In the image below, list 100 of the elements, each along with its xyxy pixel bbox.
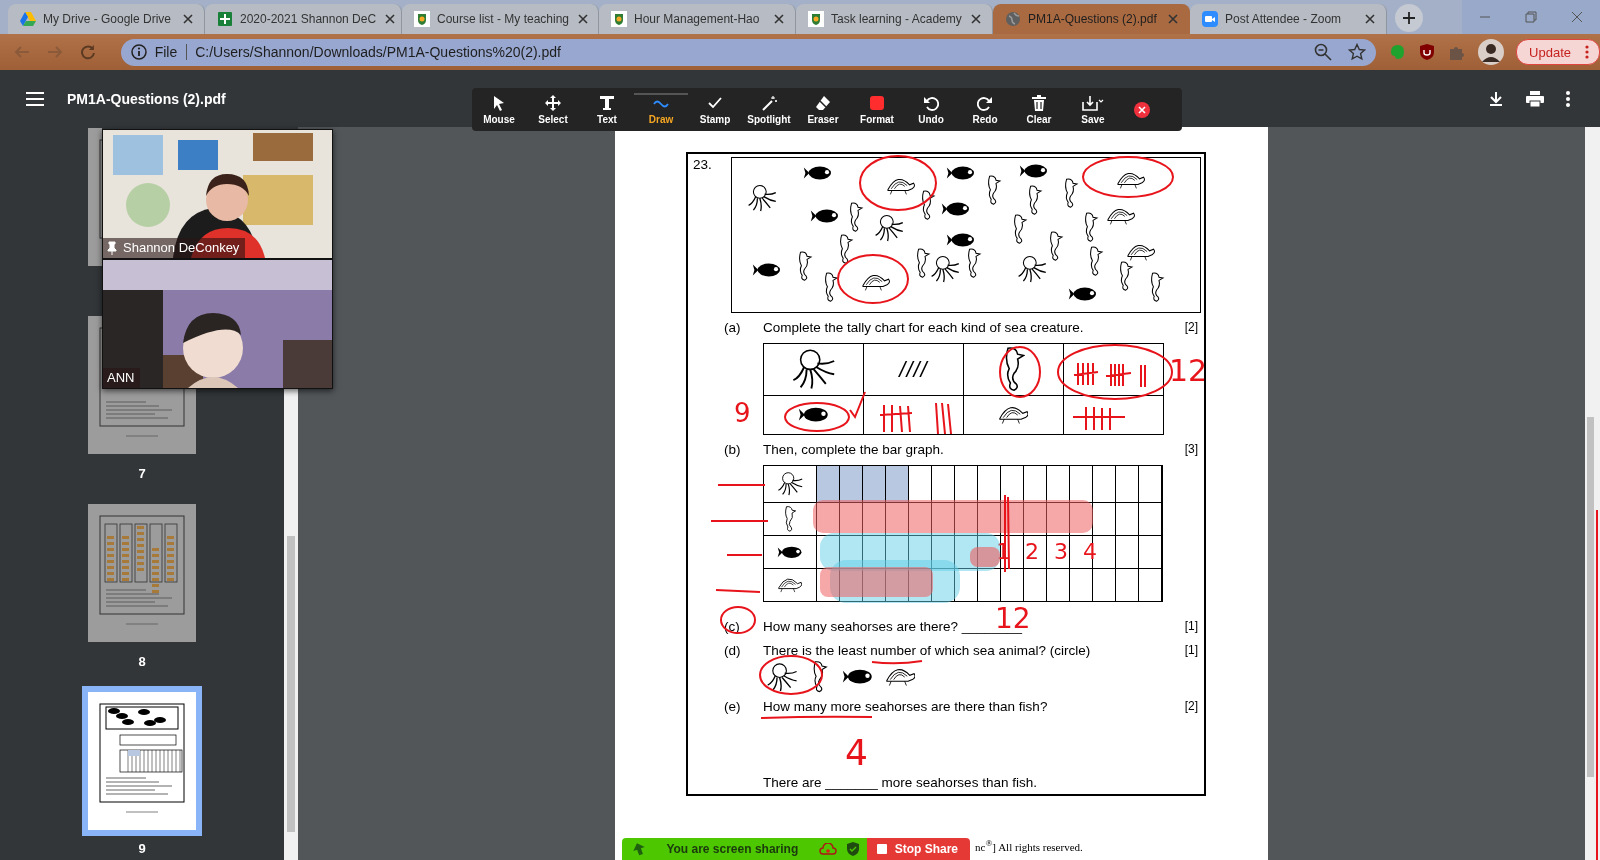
seahorse-icon <box>783 506 797 532</box>
cloud-icon[interactable] <box>818 843 837 855</box>
scrollbar[interactable] <box>284 389 298 860</box>
color-swatch-icon <box>869 94 885 111</box>
crest-icon <box>808 11 824 27</box>
tool-button[interactable]: Spotlight <box>742 94 796 125</box>
move-icon <box>545 94 561 111</box>
marks-label: [2] <box>1184 320 1198 334</box>
question-text: Then, complete the bar graph. <box>763 441 944 457</box>
page-thumbnail[interactable] <box>82 686 202 836</box>
crest-icon <box>611 11 627 27</box>
fish-icon <box>777 545 803 559</box>
pen-circle <box>837 254 909 304</box>
tool-button[interactable]: Eraser <box>796 94 850 125</box>
octopus-icon <box>766 662 798 692</box>
avatar-icon[interactable] <box>1478 39 1505 65</box>
close-icon[interactable] <box>383 12 398 26</box>
new-tab-button[interactable] <box>1395 4 1423 32</box>
browser-tab[interactable]: My Drive - Google Drive <box>8 4 205 34</box>
tool-button[interactable]: Draw <box>634 92 688 125</box>
zoom-out-icon[interactable] <box>1314 43 1333 61</box>
turtle-icon <box>999 404 1028 426</box>
print-icon[interactable] <box>1526 90 1544 107</box>
question-label: (d) <box>724 642 741 658</box>
stop-share-button[interactable]: Stop Share <box>866 838 970 860</box>
question-label: (c) <box>724 618 740 634</box>
question-text: There is the least number of which sea animal? (circle) <box>763 642 1091 658</box>
marks-label: [3] <box>1184 442 1198 456</box>
scheme-label: File <box>154 44 188 60</box>
url-text: C:/Users/Shannon/Downloads/PM1A-Questions%20(2).pdf <box>195 44 561 60</box>
page-thumbnail[interactable] <box>88 128 102 266</box>
octopus-icon <box>777 472 803 496</box>
more-icon[interactable] <box>1566 90 1570 107</box>
arrow-icon[interactable] <box>632 842 646 856</box>
tool-button[interactable]: Mouse <box>472 94 526 125</box>
question-text: How many more seahorses are there than fish? <box>763 698 1048 714</box>
close-icon[interactable] <box>772 12 786 26</box>
close-icon[interactable] <box>969 12 983 26</box>
browser-tab[interactable]: Course list - My teaching <box>402 4 599 34</box>
answer-sentence: There are _______ more seahorses than fish. <box>763 774 1037 790</box>
handwritten-number: 12 <box>1169 356 1208 386</box>
handwritten-number: 9 <box>734 400 751 426</box>
marks-label: [1] <box>1184 619 1198 633</box>
eraser-icon <box>815 94 831 111</box>
restore-icon <box>1525 11 1537 23</box>
handwritten-answer: 4 <box>845 734 868 771</box>
check-mark <box>849 391 866 420</box>
underline-stroke <box>871 660 923 665</box>
star-icon[interactable] <box>1348 43 1367 61</box>
text-tool-icon <box>599 94 615 111</box>
tool-button[interactable]: Select <box>526 94 580 125</box>
browser-tab[interactable]: 2020-2021 Shannon DeC <box>205 4 402 34</box>
tally-marks <box>1072 406 1126 431</box>
crest-icon <box>414 11 430 27</box>
share-status-text: You are screen sharing <box>665 842 800 856</box>
browser-tab[interactable]: Post Attendee - Zoom <box>1190 4 1387 34</box>
tool-button[interactable]: Save <box>1066 94 1120 125</box>
marks-label: [1] <box>1184 643 1198 657</box>
document-title: PM1A-Questions (2).pdf <box>67 90 226 107</box>
shield-icon[interactable] <box>1418 43 1437 61</box>
shield-icon[interactable] <box>846 842 859 856</box>
pen-circle <box>999 346 1041 398</box>
stop-icon <box>876 844 887 854</box>
scrollbar-thumb[interactable] <box>287 536 295 832</box>
update-button[interactable]: Update <box>1516 39 1600 65</box>
close-icon[interactable] <box>576 12 591 26</box>
wand-icon <box>761 94 777 111</box>
fish-icon <box>841 669 873 685</box>
close-icon[interactable] <box>1134 101 1150 118</box>
question-label: (b) <box>724 441 741 457</box>
page-thumbnail[interactable] <box>88 504 196 642</box>
info-icon <box>130 44 147 60</box>
menu-icon[interactable] <box>26 91 44 106</box>
question-label: (e) <box>724 698 741 714</box>
question-label: (a) <box>724 319 741 335</box>
seahorse-icon <box>811 661 828 693</box>
scrollbar[interactable] <box>1585 127 1600 860</box>
octopus-icon <box>791 349 836 390</box>
tool-button[interactable]: Format <box>850 94 904 125</box>
turtle-icon <box>886 666 916 688</box>
browser-tab[interactable]: PM1A-Questions (2).pdf <box>993 4 1190 34</box>
question-text: Complete the tally chart for each kind of sea creature. <box>763 319 1084 335</box>
tool-button[interactable]: Undo <box>904 94 958 125</box>
browser-tab[interactable]: Hour Management-Hao <box>599 4 796 34</box>
fish-icon <box>798 407 829 423</box>
video-camera-icon <box>1202 11 1218 27</box>
tool-button[interactable]: Text <box>580 94 634 125</box>
browser-tab[interactable]: Task learning - Academy <box>796 4 993 34</box>
tool-button[interactable]: Stamp <box>688 94 742 125</box>
trash-icon <box>1031 94 1047 111</box>
address-bar[interactable]: File C:/Users/Shannon/Downloads/PM1A-Questions%20(2).pdf <box>120 38 1377 66</box>
tool-button[interactable]: Clear <box>1012 94 1066 125</box>
download-icon[interactable] <box>1488 90 1504 107</box>
close-icon[interactable] <box>181 12 195 26</box>
close-icon[interactable] <box>1363 12 1377 26</box>
page-number: 8 <box>138 654 146 669</box>
pen-circle <box>759 655 823 695</box>
tool-button[interactable]: Redo <box>958 94 1012 125</box>
scrollbar-thumb[interactable] <box>1587 417 1594 777</box>
reload-icon[interactable] <box>79 44 96 60</box>
